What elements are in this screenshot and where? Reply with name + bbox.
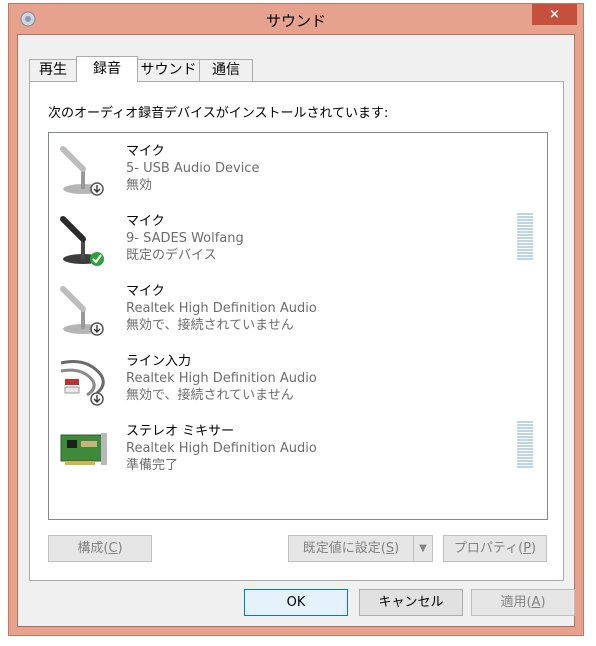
device-item[interactable]: ライン入力 Realtek High Definition Audio 無効で、… (49, 351, 547, 421)
device-description: 5- USB Audio Device (126, 161, 260, 176)
tab-communications[interactable]: 通信 (199, 59, 253, 81)
line-in-cable-icon (60, 360, 105, 406)
microphone-icon (60, 146, 104, 196)
device-status: 既定のデバイス (126, 248, 217, 263)
device-item[interactable]: マイク 9- SADES Wolfang 既定のデバイス (49, 211, 547, 281)
device-status: 無効 (126, 178, 153, 193)
set-default-button[interactable]: 既定値に設定(S) (288, 535, 414, 562)
properties-button[interactable]: プロパティ(P) (443, 535, 547, 562)
device-text: ステレオ ミキサー Realtek High Definition Audio … (126, 423, 317, 474)
sound-dialog-window: サウンド × 再生 録音 サウンド 通信 次のオーディオ録音デバイスがインストー… (8, 3, 584, 636)
window-title: サウンド (265, 12, 326, 30)
configure-button[interactable]: 構成(C) (48, 535, 152, 562)
device-description: Realtek High Definition Audio (126, 301, 317, 316)
ok-button[interactable]: OK (244, 589, 348, 616)
recording-panel: 次のオーディオ録音デバイスがインストールされています: マイク 5- USB A… (29, 81, 564, 581)
device-description: Realtek High Definition Audio (126, 441, 317, 456)
device-item[interactable]: ステレオ ミキサー Realtek High Definition Audio … (49, 421, 547, 491)
cancel-button[interactable]: キャンセル (359, 589, 463, 616)
microphone-icon (60, 216, 104, 266)
device-item[interactable]: マイク Realtek High Definition Audio 無効で、接続… (49, 281, 547, 351)
device-name: ライン入力 (126, 354, 192, 369)
level-meter (517, 213, 533, 261)
device-status: 準備完了 (126, 458, 179, 473)
tab-sounds[interactable]: サウンド (137, 59, 200, 81)
device-description: 9- SADES Wolfang (126, 231, 244, 246)
dialog-client-area: 再生 録音 サウンド 通信 次のオーディオ録音デバイスがインストールされています… (17, 34, 575, 627)
device-list[interactable]: マイク 5- USB Audio Device 無効 マイク 9- SADES … (48, 132, 548, 520)
device-name: マイク (126, 144, 165, 159)
sound-card-icon (60, 433, 107, 465)
level-meter (517, 421, 533, 469)
tab-playback[interactable]: 再生 (29, 59, 77, 81)
device-text: マイク 5- USB Audio Device 無効 (126, 143, 259, 194)
device-item[interactable]: マイク 5- USB Audio Device 無効 (49, 141, 547, 211)
set-default-dropdown-arrow[interactable]: ▼ (413, 535, 433, 562)
device-status: 無効で、接続されていません (126, 388, 294, 403)
title-bar[interactable]: サウンド × (9, 4, 583, 34)
apply-button[interactable]: 適用(A) (471, 589, 575, 616)
tab-recording[interactable]: 録音 (76, 56, 138, 82)
device-description: Realtek High Definition Audio (126, 371, 317, 386)
close-button[interactable]: × (532, 4, 577, 25)
device-text: ライン入力 Realtek High Definition Audio 無効で、… (126, 353, 317, 404)
device-name: ステレオ ミキサー (126, 424, 235, 439)
device-name: マイク (126, 214, 165, 229)
panel-heading: 次のオーディオ録音デバイスがインストールされています: (48, 106, 389, 121)
device-text: マイク Realtek High Definition Audio 無効で、接続… (126, 283, 317, 334)
microphone-icon (60, 286, 104, 336)
device-name: マイク (126, 284, 165, 299)
device-text: マイク 9- SADES Wolfang 既定のデバイス (126, 213, 244, 264)
device-status: 無効で、接続されていません (126, 318, 294, 333)
